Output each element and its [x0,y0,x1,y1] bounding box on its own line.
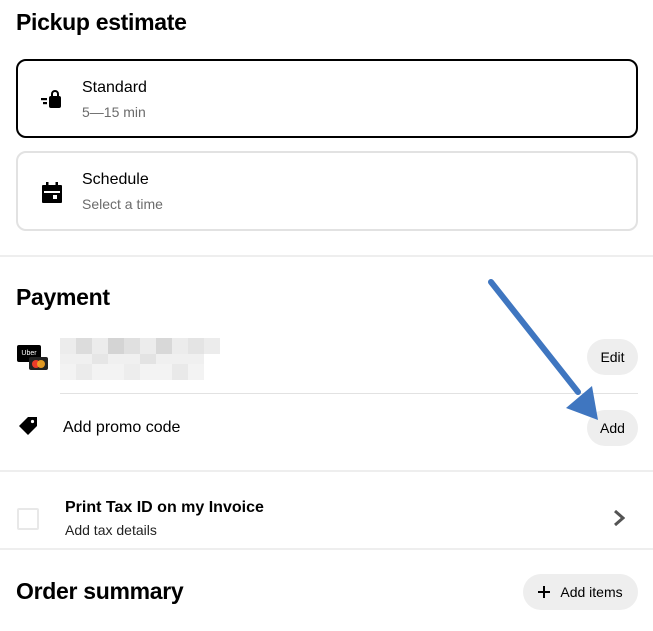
pickup-option-schedule[interactable]: Schedule Select a time [16,151,638,231]
add-items-button[interactable]: Add items [523,574,638,610]
redacted-card-details [60,338,220,380]
tax-id-checkbox[interactable] [17,508,39,530]
bag-bolt-icon [41,90,61,108]
row-divider [60,393,638,394]
chevron-right-icon [614,510,625,526]
tax-id-row[interactable]: Print Tax ID on my Invoice Add tax detai… [0,472,653,548]
tax-id-title: Print Tax ID on my Invoice [65,499,264,516]
pickup-option-standard[interactable]: Standard 5—15 min [16,59,638,138]
add-items-label: Add items [560,584,623,600]
add-promo-button[interactable]: Add [587,410,638,446]
pickup-option-subtitle: Select a time [82,196,163,212]
pickup-estimate-heading: Pickup estimate [16,9,187,35]
payment-heading: Payment [16,284,110,310]
pickup-option-title: Schedule [82,171,149,188]
section-divider [0,548,653,550]
mastercard-icon [29,357,48,370]
tax-id-subtitle: Add tax details [65,522,157,538]
tag-icon [19,417,37,435]
add-promo-code-label[interactable]: Add promo code [63,419,180,437]
payment-card-logo: Uber [17,345,49,371]
plus-icon [538,586,551,598]
pickup-option-subtitle: 5—15 min [82,104,146,120]
pickup-option-title: Standard [82,79,147,96]
order-summary-heading: Order summary [16,578,184,604]
section-divider [0,255,653,257]
edit-payment-button[interactable]: Edit [587,339,638,375]
calendar-icon [42,182,62,203]
